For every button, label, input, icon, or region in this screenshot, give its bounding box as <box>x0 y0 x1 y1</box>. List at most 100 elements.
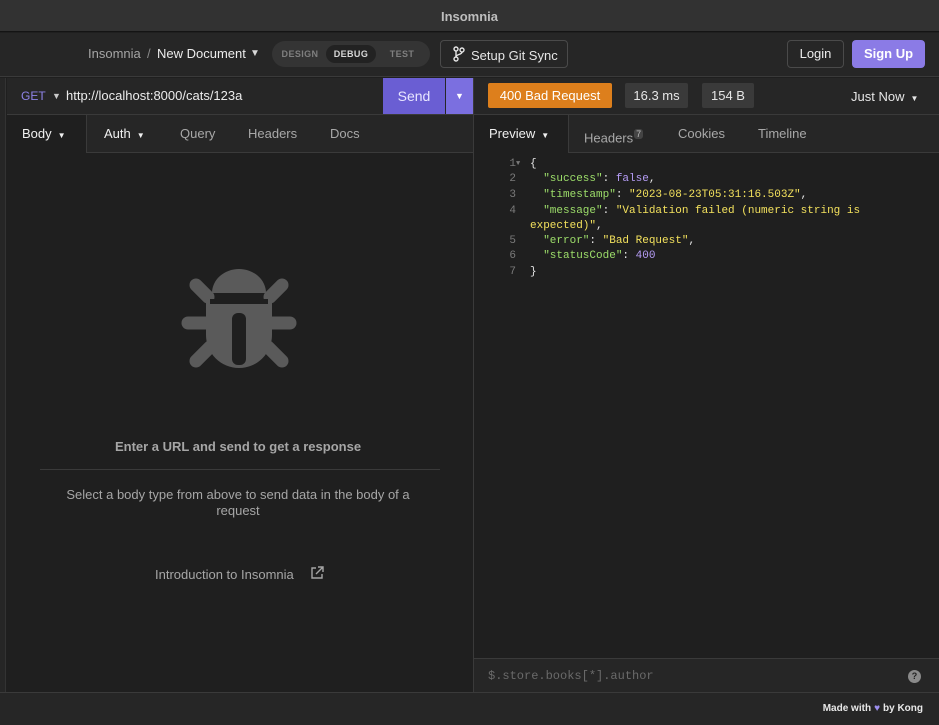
breadcrumb-separator: / <box>147 46 151 61</box>
chevron-down-icon[interactable]: ▼ <box>250 48 260 59</box>
chevron-down-icon: ▼ <box>57 131 66 140</box>
json-key: "error" <box>543 235 590 247</box>
line-number: 3 <box>509 189 516 201</box>
chevron-down-icon: ▼ <box>541 131 550 140</box>
response-bar: 400 Bad Request 16.3 ms 154 B Just Now ▼ <box>474 78 939 115</box>
signup-button[interactable]: Sign Up <box>852 40 925 68</box>
made-with-kong[interactable]: Made with ♥ by Kong <box>823 703 923 714</box>
login-button[interactable]: Login <box>787 40 844 68</box>
response-time-badge: 16.3 ms <box>625 83 688 108</box>
fold-icon[interactable]: ▼ <box>516 156 520 172</box>
history-label: Just Now <box>851 89 905 104</box>
response-filter-bar: ? <box>474 658 939 692</box>
code-text: "success": false, <box>543 173 656 185</box>
headers-count-badge: 7 <box>634 129 644 139</box>
json-comma: , <box>648 173 656 185</box>
tab-body[interactable]: Body ▼ <box>7 115 87 153</box>
breadcrumb-document[interactable]: New Document <box>157 46 246 61</box>
divider <box>40 469 440 470</box>
url-input[interactable]: http://localhost:8000/cats/123a <box>66 88 242 103</box>
code-line: 4 "message": "Validation failed (numeric… <box>474 203 939 219</box>
request-tabs: Body ▼ Auth ▼ Query Headers Docs <box>7 115 473 153</box>
code-text: } <box>530 266 537 278</box>
json-value: false <box>615 173 649 185</box>
json-value: "Validation failed (numeric string is <box>615 205 861 217</box>
sidebar-collapsed[interactable] <box>0 78 6 692</box>
line-number: 7 <box>509 266 516 278</box>
send-button[interactable]: Send <box>383 78 445 114</box>
json-key: "success" <box>543 173 603 185</box>
response-filter-input[interactable] <box>488 669 908 683</box>
empty-state-title: Enter a URL and send to get a response <box>114 439 362 454</box>
code-line: expected)", <box>474 218 939 234</box>
json-comma: , <box>800 189 808 201</box>
help-icon[interactable]: ? <box>908 670 921 683</box>
json-value: "Bad Request" <box>602 235 689 247</box>
heart-icon: ♥ <box>874 703 880 714</box>
tab-docs[interactable]: Docs <box>330 115 360 153</box>
tab-preview[interactable]: Preview ▼ <box>474 115 569 153</box>
empty-state-subtitle: Select a body type from above to send da… <box>66 487 410 518</box>
code-text: "statusCode": 400 <box>543 250 656 262</box>
git-branch-icon <box>453 46 465 65</box>
tab-auth-label: Auth <box>104 126 131 141</box>
made-with-label: Made with <box>822 703 872 714</box>
json-key: "timestamp" <box>543 189 616 201</box>
bug-icon <box>180 261 298 382</box>
code-text: { <box>530 158 537 170</box>
tab-timeline[interactable]: Timeline <box>758 115 807 153</box>
response-size-badge: 154 B <box>702 83 754 108</box>
code-line: 2 "success": false, <box>474 171 939 187</box>
mode-debug-button[interactable]: DEBUG <box>326 45 376 63</box>
line-number: 5 <box>509 235 516 247</box>
code-line: 3 "timestamp": "2023-08-23T05:31:16.503Z… <box>474 187 939 203</box>
tab-preview-label: Preview <box>489 126 536 141</box>
url-bar: GET ▼ http://localhost:8000/cats/123a Se… <box>7 78 473 115</box>
tab-response-headers[interactable]: Headers 7 <box>584 115 644 153</box>
git-sync-label: Setup Git Sync <box>471 48 558 63</box>
request-body-pane: Enter a URL and send to get a response S… <box>7 153 473 692</box>
by-kong-label: by Kong <box>883 703 923 714</box>
breadcrumb-root[interactable]: Insomnia <box>88 46 141 61</box>
json-value: "2023-08-23T05:31:16.503Z" <box>629 189 801 201</box>
intro-to-insomnia-link[interactable]: Introduction to Insomnia <box>155 567 294 582</box>
response-tabs: Preview ▼ Headers 7 Cookies Timeline <box>474 115 939 153</box>
tab-auth[interactable]: Auth ▼ <box>104 115 145 153</box>
tab-response-headers-label: Headers <box>584 130 634 146</box>
code-text: "timestamp": "2023-08-23T05:31:16.503Z", <box>543 189 808 201</box>
code-text: "message": "Validation failed (numeric s… <box>543 205 861 217</box>
chevron-down-icon: ▼ <box>910 94 919 103</box>
tab-cookies[interactable]: Cookies <box>678 115 725 153</box>
tab-body-label: Body <box>22 126 52 141</box>
tab-headers[interactable]: Headers <box>248 115 297 153</box>
code-line: 6 "statusCode": 400 <box>474 248 939 264</box>
json-comma: , <box>688 235 696 247</box>
json-comma: , <box>596 220 603 232</box>
json-value-continuation: expected)" <box>530 220 597 232</box>
mode-design-button[interactable]: DESIGN <box>278 45 322 63</box>
chevron-down-icon[interactable]: ▼ <box>52 91 61 101</box>
json-value: 400 <box>635 250 656 262</box>
method-select[interactable]: GET <box>21 89 46 103</box>
status-footer: Made with ♥ by Kong <box>0 692 939 725</box>
response-history-dropdown[interactable]: Just Now ▼ <box>851 89 918 104</box>
code-text: expected)", <box>530 218 603 234</box>
setup-git-sync-button[interactable]: Setup Git Sync <box>440 40 568 68</box>
external-link-icon[interactable] <box>310 566 324 583</box>
chevron-down-icon: ▼ <box>136 131 145 140</box>
mode-test-button[interactable]: TEST <box>380 45 424 63</box>
code-line: 1 ▼ { <box>474 156 939 172</box>
response-preview[interactable]: 1 ▼ { 2 "success": false, 3 "timestamp":… <box>474 153 939 658</box>
json-key: "statusCode" <box>543 250 623 262</box>
tab-query[interactable]: Query <box>180 115 215 153</box>
mode-toggle: DESIGN DEBUG TEST <box>272 41 430 67</box>
send-options-button[interactable]: ▼ <box>446 78 473 114</box>
line-number: 2 <box>509 173 516 185</box>
window-title: Insomnia <box>440 9 499 24</box>
line-number: 4 <box>509 205 516 217</box>
json-key: "message" <box>543 205 603 217</box>
title-bar: Insomnia <box>0 0 939 32</box>
status-badge: 400 Bad Request <box>488 83 612 108</box>
code-line: 5 "error": "Bad Request", <box>474 233 939 249</box>
code-line: 7 } <box>474 264 939 280</box>
